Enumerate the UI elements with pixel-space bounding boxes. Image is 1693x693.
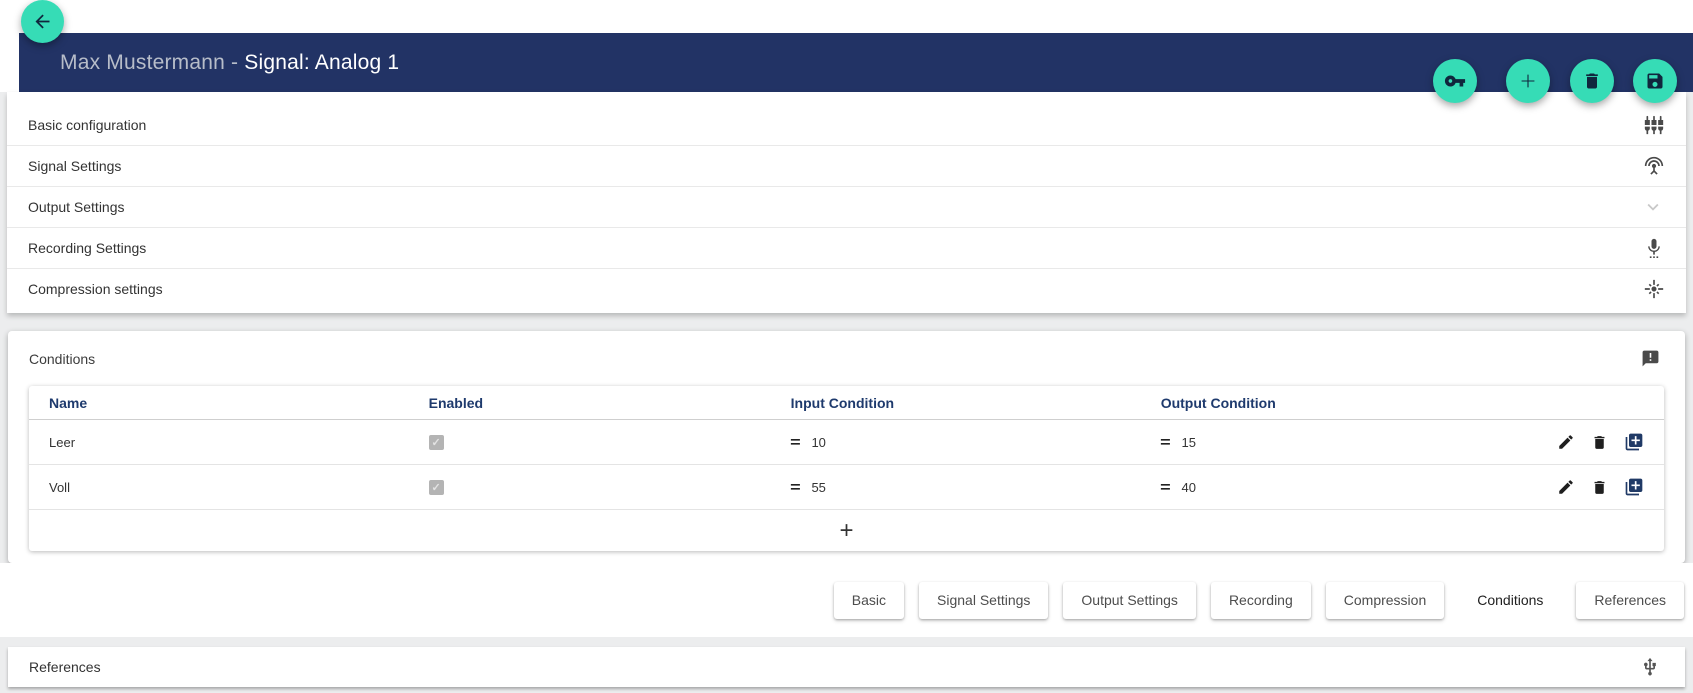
announcement-icon [1641, 349, 1660, 368]
pencil-icon [1557, 478, 1575, 496]
column-header-enabled: Enabled [429, 395, 791, 411]
delete-button[interactable] [1570, 59, 1614, 103]
output-value: 40 [1181, 480, 1195, 495]
section-recording-settings[interactable]: Recording Settings [7, 227, 1686, 268]
section-label: Compression settings [28, 281, 163, 297]
usb-icon [1640, 657, 1660, 677]
nav-button-basic[interactable]: Basic [834, 582, 904, 619]
library-add-icon [1624, 432, 1644, 452]
section-signal-settings[interactable]: Signal Settings [7, 145, 1686, 186]
pencil-icon [1557, 433, 1575, 451]
condition-row-voll: Voll = 55 = 40 [29, 465, 1664, 510]
page-title-signal: Signal: Analog 1 [244, 51, 399, 74]
chevron-down-icon [1642, 196, 1664, 218]
compression-flare-icon [1644, 279, 1664, 299]
condition-row-leer: Leer = 10 = 15 [29, 420, 1664, 465]
enabled-checkbox[interactable] [429, 435, 444, 450]
nav-button-output-settings[interactable]: Output Settings [1063, 582, 1196, 619]
input-operator: = [790, 479, 801, 496]
conditions-table-header-row: Name Enabled Input Condition Output Cond… [29, 386, 1664, 420]
nav-button-recording[interactable]: Recording [1211, 582, 1311, 619]
arrow-back-icon [32, 11, 53, 32]
section-label: Signal Settings [28, 158, 121, 174]
section-label: Basic configuration [28, 117, 146, 133]
microphone-icon [1644, 238, 1664, 258]
add-condition-button[interactable]: + [839, 519, 853, 543]
output-value: 15 [1181, 435, 1195, 450]
column-header-name: Name [49, 395, 429, 411]
nav-button-references[interactable]: References [1576, 582, 1684, 619]
save-icon [1645, 71, 1665, 91]
conditions-header: Conditions [8, 331, 1685, 386]
permissions-button[interactable] [1433, 59, 1477, 103]
conditions-title: Conditions [29, 351, 95, 367]
output-operator: = [1160, 434, 1171, 451]
page-title: Max Mustermann - Signal: Analog 1 [60, 51, 399, 75]
references-title: References [29, 659, 101, 675]
key-icon [1444, 70, 1466, 92]
section-output-settings[interactable]: Output Settings [7, 186, 1686, 227]
column-header-input-condition: Input Condition [791, 395, 1161, 411]
settings-input-component-icon [1644, 115, 1664, 135]
antenna-icon [1644, 156, 1664, 176]
conditions-table: Name Enabled Input Condition Output Cond… [29, 386, 1664, 551]
trash-icon [1591, 479, 1608, 496]
input-operator: = [790, 434, 801, 451]
conditions-card: Conditions Name Enabled Input Condition … [8, 331, 1685, 563]
nav-button-compression[interactable]: Compression [1326, 582, 1444, 619]
column-header-output-condition: Output Condition [1161, 395, 1532, 411]
nav-button-signal-settings[interactable]: Signal Settings [919, 582, 1048, 619]
plus-icon [1517, 70, 1539, 92]
input-value: 55 [811, 480, 825, 495]
save-button[interactable] [1633, 59, 1677, 103]
page-title-user: Max Mustermann - [60, 51, 244, 74]
delete-condition-button[interactable] [1591, 479, 1608, 496]
conditions-table-footer: + [29, 510, 1664, 551]
section-label: Output Settings [28, 199, 125, 215]
edit-condition-button[interactable] [1557, 433, 1575, 451]
nav-button-conditions[interactable]: Conditions [1459, 582, 1561, 619]
spacer [0, 637, 1693, 647]
duplicate-condition-button[interactable] [1624, 432, 1644, 452]
back-button[interactable] [21, 0, 64, 43]
edit-condition-button[interactable] [1557, 478, 1575, 496]
spacer [0, 313, 1693, 331]
section-compression-settings[interactable]: Compression settings [7, 268, 1686, 309]
section-label: Recording Settings [28, 240, 146, 256]
signal-configuration-page: Max Mustermann - Signal: Analog 1 Basic … [0, 0, 1693, 693]
enabled-checkbox[interactable] [429, 480, 444, 495]
settings-sections-card: Basic configuration Signal Settings Outp… [7, 92, 1686, 313]
trash-icon [1582, 71, 1602, 91]
bottom-nav: Basic Signal Settings Output Settings Re… [0, 563, 1693, 637]
trash-icon [1591, 434, 1608, 451]
section-basic-configuration[interactable]: Basic configuration [7, 104, 1686, 145]
delete-condition-button[interactable] [1591, 434, 1608, 451]
references-card[interactable]: References [8, 647, 1685, 687]
add-button[interactable] [1506, 59, 1550, 103]
output-operator: = [1160, 479, 1171, 496]
condition-name: Leer [49, 435, 429, 450]
condition-name: Voll [49, 480, 429, 495]
input-value: 10 [811, 435, 825, 450]
duplicate-condition-button[interactable] [1624, 477, 1644, 497]
library-add-icon [1624, 477, 1644, 497]
